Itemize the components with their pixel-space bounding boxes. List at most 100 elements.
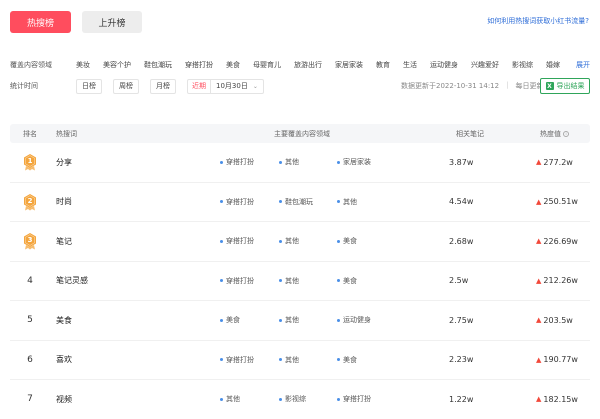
domain-tag-cell: 其他 <box>220 380 240 419</box>
domain-tag-label: 其他 <box>285 276 299 285</box>
dot-icon <box>220 279 223 283</box>
domain-tag: 其他 <box>337 197 357 207</box>
domain-tag-label: 美食 <box>343 355 357 364</box>
domain-tag-cell: 其他 <box>279 301 299 340</box>
search-term[interactable]: 时尚 <box>56 183 72 222</box>
domain-filter-label: 覆盖内容领域 <box>10 61 52 69</box>
dot-icon <box>337 160 340 164</box>
domain-tag-label: 其他 <box>285 316 299 325</box>
domain-tag: 美食 <box>337 355 357 365</box>
domain-tag: 其他 <box>279 157 299 167</box>
dot-icon <box>220 160 223 164</box>
help-link[interactable]: 如何利用热搜词获取小红书流量? <box>487 16 589 26</box>
info-icon[interactable]: i <box>563 130 569 137</box>
rank-cell: 3 <box>20 222 40 261</box>
domain-option[interactable]: 母婴育儿 <box>253 60 281 70</box>
dot-icon <box>220 200 223 204</box>
domain-tag-cell: 美食 <box>337 341 357 380</box>
domain-option[interactable]: 旅游出行 <box>294 60 322 70</box>
domain-tag: 其他 <box>220 394 240 404</box>
heat-value-cell: ▲ 250.51w <box>536 183 578 222</box>
search-term[interactable]: 笔记 <box>56 222 72 261</box>
table-row[interactable]: 4 笔记灵感 穿搭打扮 其他 美食 2.5w ▲ 212.26w <box>10 262 590 301</box>
table-row[interactable]: 5 美食 美食 其他 运动健身 2.75w ▲ 203.5w <box>10 301 590 341</box>
domain-tag: 穿搭打扮 <box>220 276 254 286</box>
heat-value: 226.69w <box>543 236 578 246</box>
search-term[interactable]: 美食 <box>56 301 72 340</box>
domain-option[interactable]: 教育 <box>376 60 390 70</box>
domain-option[interactable]: 美容个护 <box>103 60 131 70</box>
header-heat: 热度值 i <box>540 124 569 143</box>
domain-tag: 美食 <box>220 315 240 325</box>
table-body: 1 分享 穿搭打扮 其他 家居家装 3.87w ▲ 277.2w 2 时尚 穿搭打扮 鞋包潮玩 其他 4.… <box>10 143 590 419</box>
domain-tag: 其他 <box>279 276 299 286</box>
domain-tag-label: 穿搭打扮 <box>226 355 254 364</box>
domain-option[interactable]: 鞋包潮玩 <box>144 60 172 70</box>
dot-icon <box>220 397 223 401</box>
header-domains: 主要覆盖内容领域 <box>274 129 330 138</box>
date-select[interactable]: 10月30日 ⌄ <box>211 80 263 93</box>
domain-option[interactable]: 影视综 <box>512 60 533 70</box>
dot-icon <box>279 358 282 362</box>
domain-tag: 其他 <box>279 236 299 246</box>
domain-option[interactable]: 美妆 <box>76 60 90 70</box>
domain-option[interactable]: 运动健身 <box>430 60 458 70</box>
domain-option[interactable]: 家居家装 <box>335 60 363 70</box>
flame-icon: ▲ <box>536 316 542 325</box>
dot-icon <box>279 200 282 204</box>
medal-icon: 3 <box>22 232 38 250</box>
date-picker: 近期 10月30日 ⌄ <box>187 78 264 94</box>
heat-value-cell: ▲ 203.5w <box>536 301 573 340</box>
monthly-ranking-button[interactable]: 月榜 <box>150 78 176 94</box>
heat-value: 212.26w <box>543 276 578 286</box>
domain-tag: 美食 <box>337 276 357 286</box>
domain-tag-label: 美食 <box>343 276 357 285</box>
domain-tag: 影视综 <box>279 394 306 404</box>
export-label: 导出结果 <box>556 82 585 90</box>
rank-number: 4 <box>27 275 33 286</box>
domain-tag-cell: 穿搭打扮 <box>220 222 254 261</box>
domain-tag-label: 其他 <box>285 355 299 364</box>
daily-ranking-button[interactable]: 日榜 <box>76 78 102 94</box>
domain-tag-label: 穿搭打扮 <box>226 197 254 206</box>
domain-tag-label: 其他 <box>343 197 357 206</box>
domain-option[interactable]: 生活 <box>403 60 417 70</box>
table-row[interactable]: 1 分享 穿搭打扮 其他 家居家装 3.87w ▲ 277.2w <box>10 143 590 183</box>
heat-value-cell: ▲ 190.77w <box>536 341 578 380</box>
heat-value-cell: ▲ 212.26w <box>536 262 578 301</box>
heat-value: 203.5w <box>543 315 573 325</box>
related-notes-count: 2.23w <box>449 355 474 365</box>
domain-tag-cell: 鞋包潮玩 <box>279 183 313 222</box>
rank-cell: 2 <box>20 183 40 222</box>
expand-domains-link[interactable]: 展开 <box>576 57 590 73</box>
search-term[interactable]: 笔记灵感 <box>56 262 88 301</box>
related-notes-count: 2.75w <box>449 315 474 325</box>
weekly-ranking-button[interactable]: 周榜 <box>113 78 139 94</box>
tab-hot-search[interactable]: 热搜榜 <box>10 11 71 33</box>
update-time: 数据更新于2022-10-31 14:12 <box>401 82 500 90</box>
flame-icon: ▲ <box>536 355 542 364</box>
flame-icon: ▲ <box>536 276 542 285</box>
table-row[interactable]: 6 喜欢 穿搭打扮 其他 美食 2.23w ▲ 190.77w <box>10 341 590 380</box>
time-filter-row: 统计时间 日榜 周榜 月榜 近期 10月30日 ⌄ <box>10 78 264 94</box>
update-info: 数据更新于2022-10-31 14:12 | 每日更新 <box>401 81 543 91</box>
domain-option[interactable]: 穿搭打扮 <box>185 60 213 70</box>
domain-tag-cell: 美食 <box>220 301 240 340</box>
rank-number: 3 <box>27 236 33 245</box>
export-button[interactable]: X 导出结果 <box>540 78 590 94</box>
table-row[interactable]: 2 时尚 穿搭打扮 鞋包潮玩 其他 4.54w ▲ 250.51w <box>10 183 590 222</box>
domain-tag-cell: 其他 <box>279 262 299 301</box>
search-term[interactable]: 视频 <box>56 380 72 419</box>
table-row[interactable]: 3 笔记 穿搭打扮 其他 美食 2.68w ▲ 226.69w <box>10 222 590 262</box>
domain-tag-label: 其他 <box>226 395 240 404</box>
domain-option[interactable]: 兴趣爱好 <box>471 60 499 70</box>
domain-option[interactable]: 婚嫁 <box>546 60 560 70</box>
tab-rising[interactable]: 上升榜 <box>82 11 142 33</box>
heat-value-cell: ▲ 277.2w <box>536 143 573 182</box>
domain-option[interactable]: 美食 <box>226 60 240 70</box>
table-row[interactable]: 7 视频 其他 影视综 穿搭打扮 1.22w ▲ 182.15w <box>10 380 590 419</box>
recent-button[interactable]: 近期 <box>188 79 211 93</box>
dot-icon <box>337 200 340 204</box>
search-term[interactable]: 喜欢 <box>56 341 72 380</box>
search-term[interactable]: 分享 <box>56 143 72 182</box>
